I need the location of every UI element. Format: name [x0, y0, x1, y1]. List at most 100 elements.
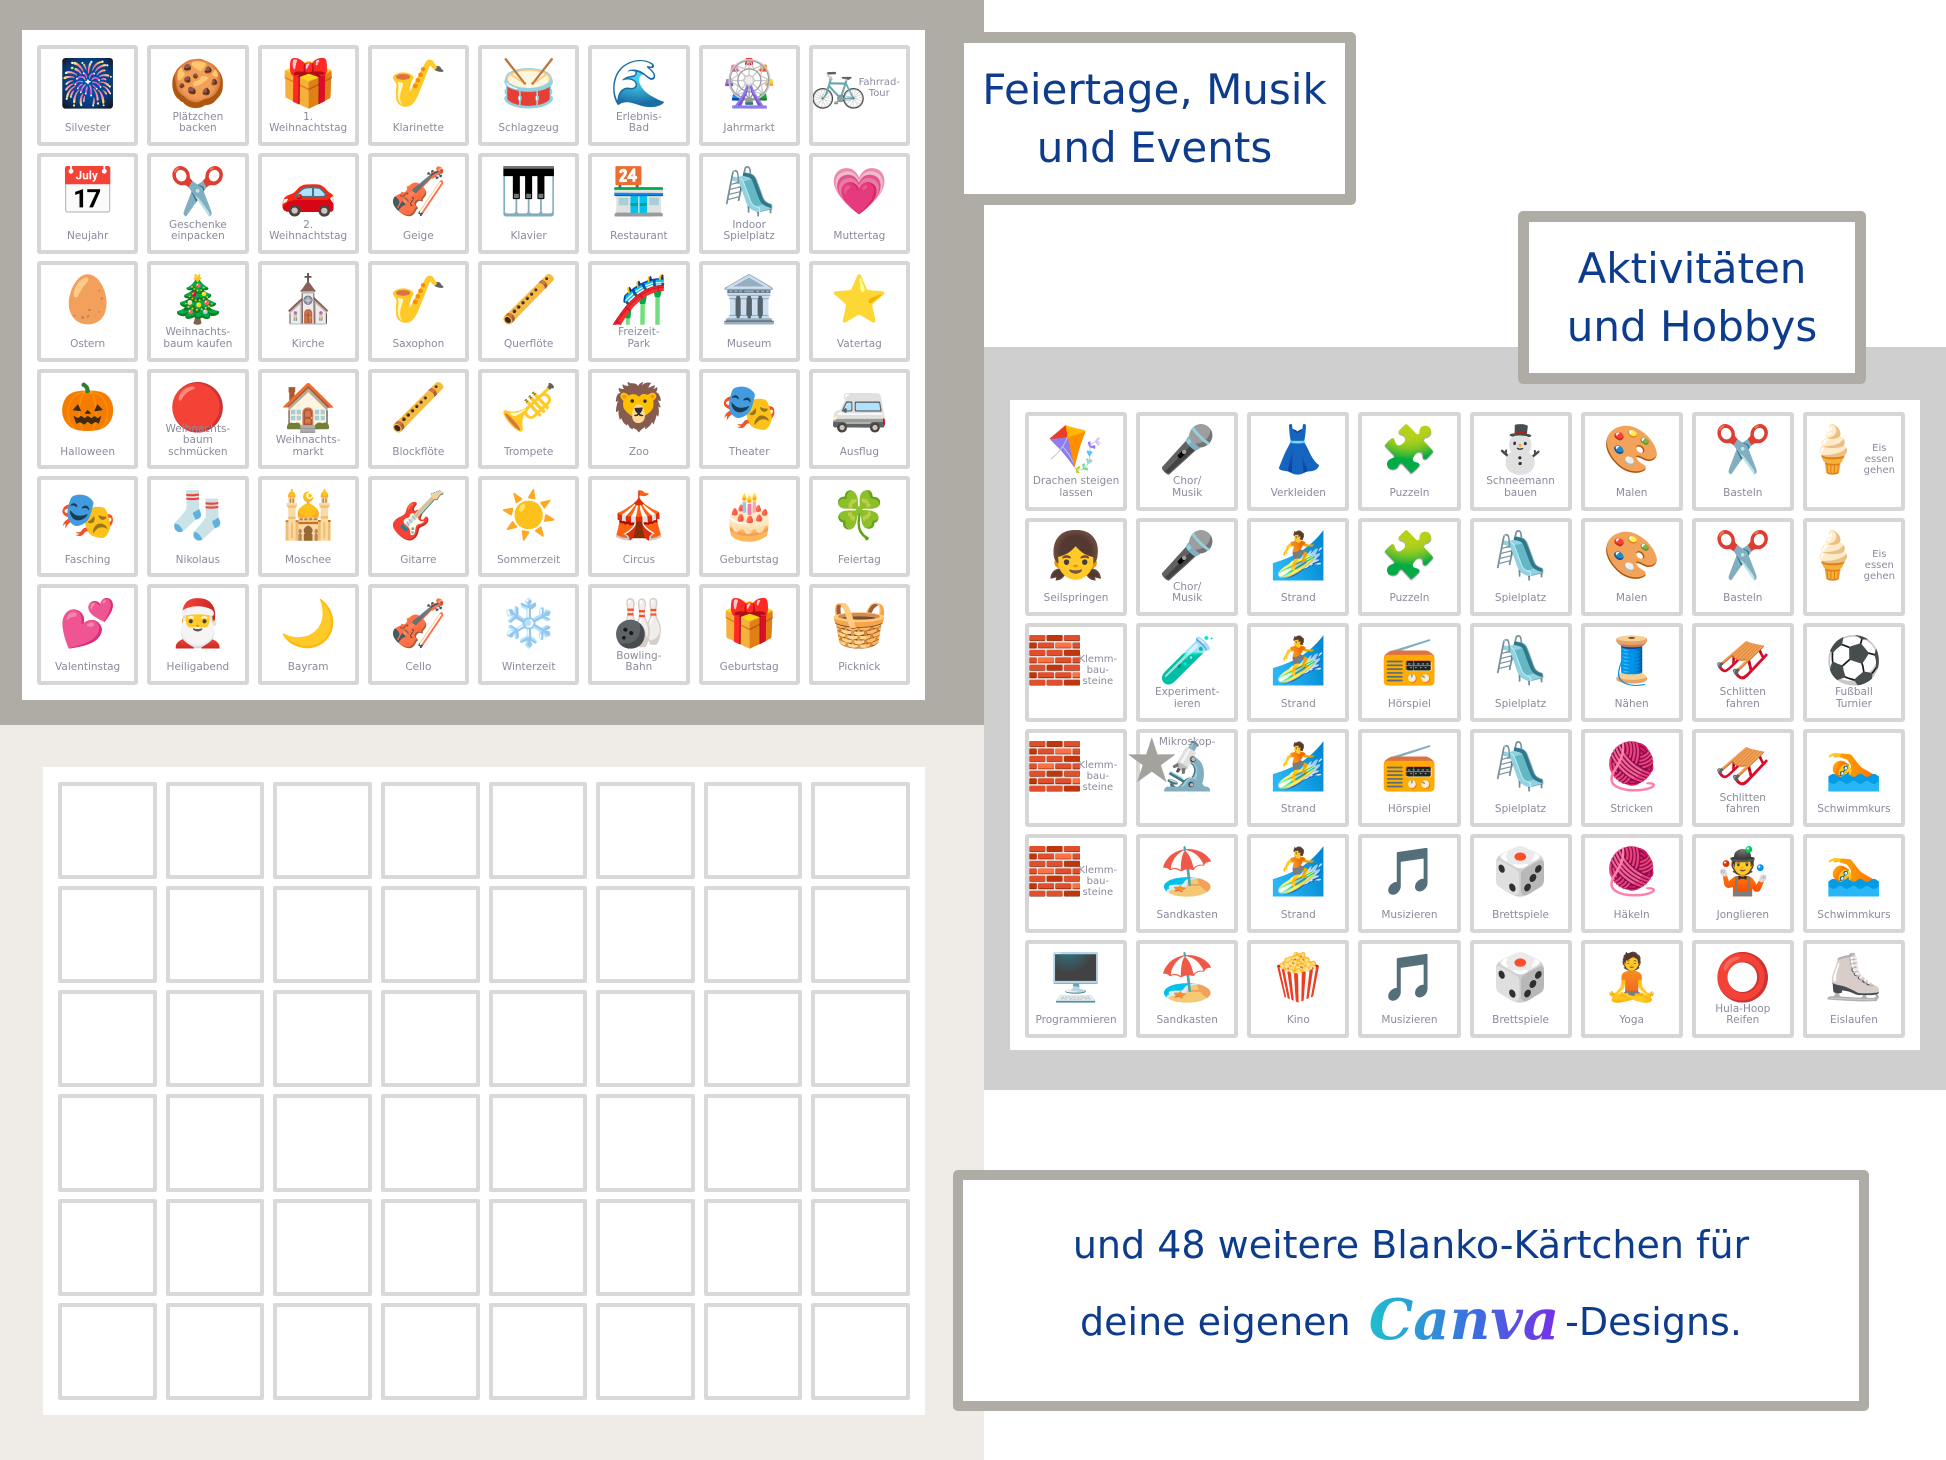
card: 🏪 Restaurant	[588, 152, 690, 254]
blank-title-line-1: und 48 weitere Blanko-Kärtchen für	[1072, 1223, 1750, 1268]
blank-card	[703, 990, 803, 1088]
blank-card	[488, 1094, 588, 1192]
card: 👧 Seilspringen	[1025, 517, 1128, 616]
card: 📻 Hörspiel	[1358, 623, 1461, 722]
card: 🏊 Schwimmkurs	[1802, 728, 1905, 827]
card-label: Jahrmarkt	[723, 122, 775, 135]
card: ☀️ Sommerzeit	[478, 476, 580, 578]
card-label: Klarinette	[392, 122, 445, 135]
card: ⭕ Hula-Hoop Reifen	[1691, 939, 1794, 1038]
card-label: Feiertag	[837, 553, 881, 566]
awesome-dad-icon: ⭐	[830, 272, 889, 326]
blank-card	[273, 886, 372, 984]
card-label: 2. Weihnachtstag	[269, 218, 348, 243]
playground-icon: 🛝	[1491, 633, 1550, 688]
blank-card	[703, 782, 803, 880]
blank-card	[811, 1094, 910, 1192]
card-label: Weihnachts- baum schmücken	[165, 422, 231, 458]
kite-icon: 🪁	[1047, 422, 1105, 477]
paint-box-icon: 🎨	[1603, 422, 1661, 477]
gift-box-icon: 🎁	[720, 595, 778, 650]
card: 🪁 Drachen steigen lassen	[1025, 412, 1128, 511]
blank-card	[380, 990, 480, 1088]
blank-card	[58, 1198, 157, 1296]
blank-card	[273, 782, 372, 880]
card: 🏛️ Museum	[698, 260, 800, 362]
card-label: Neujahr	[66, 230, 109, 243]
yoga-icon: 🧘	[1603, 949, 1661, 1004]
recorder-icon: 🪈	[389, 379, 448, 434]
card: 🎻 Geige	[367, 152, 469, 254]
paint-box-icon: 🎨	[1603, 527, 1661, 582]
card: 🎲 Brettspiele	[1469, 834, 1572, 933]
card-label: Weihnachts- markt	[275, 434, 341, 458]
best-mom-icon: 💗	[830, 164, 889, 219]
card: 🛷 Schlitten fahren	[1691, 728, 1794, 827]
card: 🎳 Bowling- Bahn	[588, 584, 690, 685]
microphone-icon: 🎤	[1158, 527, 1216, 582]
card: ⭐ Vatertag	[808, 260, 910, 362]
jump-rope-icon: 👧	[1047, 527, 1105, 582]
card-label: Klavier	[510, 230, 547, 243]
guitar-icon: 🎸	[389, 487, 448, 542]
scissors-glue-icon: ✂️	[1714, 527, 1772, 582]
card: 🏄 Strand	[1247, 623, 1350, 722]
card: 🎨 Malen	[1580, 412, 1683, 511]
card: 🧶 Häkeln	[1580, 834, 1683, 933]
church-icon: ⛪	[279, 272, 337, 326]
card: 🎭 Theater	[698, 368, 800, 470]
ice-skates-icon: ⛸️	[1825, 949, 1883, 1004]
card-label: Schwimmkurs	[1817, 908, 1891, 921]
beach-icon: 🏄	[1269, 633, 1327, 688]
sun-clock-icon: ☀️	[499, 487, 558, 542]
card-label: Querflöte	[503, 337, 554, 350]
crochet-icon: 🧶	[1603, 844, 1661, 899]
card-label: Jonglieren	[1716, 908, 1769, 921]
ferris-wheel-icon: 🎡	[720, 56, 778, 111]
card: 🎷 Saxophon	[367, 260, 469, 362]
microphone-icon: 🎤	[1158, 422, 1216, 477]
card: 🛝 Spielplatz	[1469, 728, 1572, 827]
card-label: Kirche	[291, 337, 325, 350]
card-label: Moschee	[284, 553, 332, 566]
blank-card	[811, 782, 910, 880]
blank-card	[703, 1302, 803, 1400]
card: 🚲 Fahrrad- Tour	[808, 45, 910, 146]
christmas-tree-icon: 🎄	[169, 272, 227, 326]
music-notes-icon: 🎵	[1380, 949, 1439, 1004]
card: 🎁 1. Weihnachtstag	[257, 45, 359, 146]
blank-card	[273, 1302, 372, 1400]
swimming-pool-icon: 🏊	[1825, 844, 1883, 899]
tandem-bike-icon: 🚲	[809, 56, 868, 111]
card-label: Klemm- bau- steine	[1078, 759, 1118, 793]
card: 🎷 Klarinette	[367, 45, 469, 146]
events-title-line-2: und Events	[1036, 122, 1273, 172]
swimming-pool-icon: 🏊	[1825, 738, 1883, 793]
blank-card	[596, 990, 695, 1088]
card-label: Ausflug	[839, 445, 879, 458]
card-label: Schlagzeug	[498, 122, 559, 135]
card: 📻 Hörspiel	[1358, 728, 1461, 827]
card: 🎻 Cello	[367, 584, 469, 685]
card: 🪈 Blockflöte	[367, 368, 469, 470]
card-label: Spielplatz	[1494, 592, 1547, 605]
snowman-icon: ⛄	[1491, 422, 1550, 477]
card: 🎹 Klavier	[478, 152, 580, 254]
card: 🎭 Fasching	[37, 476, 139, 578]
card-label: Trompete	[503, 445, 554, 458]
blank-card	[811, 886, 910, 984]
card: 🪈 Querflöte	[478, 260, 580, 362]
card: 💕 Valentinstag	[37, 584, 139, 685]
card: 🚐 Ausflug	[808, 368, 910, 470]
card: 🥚 Ostern	[37, 260, 139, 362]
santa-sleigh-icon: 🎅	[169, 595, 227, 650]
blank-card	[380, 886, 480, 984]
blank-card	[596, 1302, 695, 1400]
card-label: Geige	[403, 230, 434, 243]
activities-title-box: Aktivitäten und Hobbys	[1518, 211, 1866, 384]
card-label: Schwimmkurs	[1817, 803, 1891, 816]
card: 🏊 Schwimmkurs	[1802, 834, 1905, 933]
card: ✂️ Basteln	[1691, 517, 1794, 616]
scissors-glue-icon: ✂️	[1714, 422, 1772, 477]
card: 🎆 Silvester	[37, 45, 139, 146]
